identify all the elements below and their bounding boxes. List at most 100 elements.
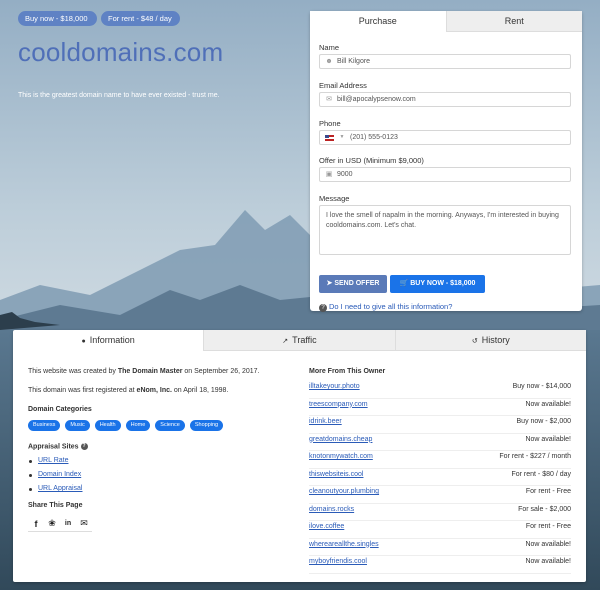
category-tag[interactable]: Music [65,420,90,431]
chart-line-icon: ↗ [282,338,289,345]
owner-domain-link[interactable]: ilove.coffee [309,521,344,538]
list-item: greatdomains.cheap Now available! [309,434,571,451]
domain-tagline: This is the greatest domain name to have… [18,92,220,99]
buy-now-button[interactable]: 🛒 BUY NOW - $18,000 [390,275,485,293]
category-tag[interactable]: Science [155,420,185,431]
registered-suffix: on April 18, 1998. [171,387,229,394]
owner-domain-link[interactable]: idrink.beer [309,416,342,433]
owner-domain-link[interactable]: thiswebsiteis.cool [309,469,363,486]
question-icon: ? [319,304,327,312]
chevron-down-icon[interactable]: ▼ [338,131,346,144]
owner-domain-status: Now available! [525,435,571,443]
send-offer-button[interactable]: ➤ SEND OFFER [319,275,387,293]
question-icon[interactable]: ? [80,443,88,450]
help-link-text: Do I need to give all this information? [329,302,453,311]
category-tag[interactable]: Health [94,420,121,431]
offer-label: Offer in USD (Minimum $9,000) [319,156,424,165]
share-title: Share This Page [28,502,83,510]
owner-domain-link[interactable]: knotonmywatch.com [309,451,373,468]
message-field[interactable]: I love the smell of napalm in the mornin… [319,205,571,255]
owner-domain-status: Buy now - $2,000 [516,418,571,425]
created-prefix: This website was created by [28,368,118,375]
appraisal-link[interactable]: Domain Index [28,471,298,480]
list-item: domains.rocks For sale - $2,000 [309,504,571,521]
buy-now-pill[interactable]: Buy now - $18,000 [18,11,97,26]
owner-domain-link[interactable]: myboyfriendis.cool [309,556,367,573]
info-tabs: ● Information ↗ Traffic ↺ History [13,330,586,351]
user-icon: ☻ [325,58,333,65]
owner-domain-status: Now available! [525,400,571,408]
offer-field[interactable]: ▣ 9000 [319,167,571,182]
cart-icon: 🛒 [399,280,411,287]
appraisal-title-text: Appraisal Sites [28,443,79,451]
tab-history-label: History [481,335,510,345]
facebook-icon[interactable]: f [28,516,44,533]
tab-history[interactable]: ↺ History [394,330,586,351]
category-tag[interactable]: Home [125,420,151,431]
owner-domain-status: For rent - $227 / month [499,453,571,460]
buy-now-label: BUY NOW - $18,000 [410,280,476,287]
name-label: Name [319,43,340,52]
message-label: Message [319,194,350,203]
owner-domain-link[interactable]: illtakeyour.photo [309,381,360,398]
created-by: The Domain Master [117,368,183,375]
email-label: Email Address [319,81,367,90]
phone-value: (201) 555-0123 [350,134,398,141]
money-icon: ▣ [325,171,333,178]
list-item: whereareallthe.singles Now available! [309,539,571,556]
owner-domain-link[interactable]: domains.rocks [309,504,354,521]
form-tabs: Purchase Rent [310,11,582,32]
appraisal-link[interactable]: URL Rate [28,457,298,466]
email-field[interactable]: ✉ bill@apocalypsenow.com [319,92,571,107]
category-list: Business Music Health Home Science Shopp… [28,420,298,431]
owner-domain-status: For rent - Free [525,488,571,495]
phone-label: Phone [319,119,341,128]
offer-value: 9000 [337,171,353,178]
owner-domain-link[interactable]: treescompany.com [309,399,368,416]
tab-information[interactable]: ● Information [13,330,203,351]
owner-domain-link[interactable]: cleanoutyour.plumbing [309,486,379,503]
domain-title: cooldomains.com [18,37,224,67]
email-icon[interactable]: ✉ [76,516,92,533]
list-item: cleanoutyour.plumbing For rent - Free [309,486,571,504]
for-rent-pill[interactable]: For rent - $48 / day [101,11,180,26]
created-info: This website was created by The Domain M… [28,368,298,377]
tab-purchase[interactable]: Purchase [310,11,446,32]
info-panel: ● Information ↗ Traffic ↺ History This webs… [13,330,586,582]
phone-field[interactable]: ▼ (201) 555-0123 [319,130,571,145]
tab-traffic-label: Traffic [292,335,317,345]
name-field[interactable]: ☻ Bill Kilgore [319,54,571,69]
list-item: myboyfriendis.cool Now available! [309,556,571,574]
owner-domains-column: More From This Owner illtakeyour.photo Bu… [309,368,571,574]
list-item: ilove.coffee For rent - Free [309,521,571,539]
message-value: I love the smell of napalm in the mornin… [326,212,559,229]
tab-traffic[interactable]: ↗ Traffic [203,330,395,351]
twitter-icon[interactable]: ❀ [44,516,60,533]
info-left-column: This website was created by The Domain M… [28,368,298,533]
info-help-link[interactable]: ? Do I need to give all this information? [319,302,452,312]
linkedin-icon[interactable]: in [60,516,76,533]
info-icon: ● [81,338,86,345]
owner-domain-status: For sale - $2,000 [518,505,571,513]
category-tag[interactable]: Shopping [189,420,224,431]
registered-info: This domain was first registered at eNom… [28,387,298,396]
us-flag-icon[interactable] [325,134,334,141]
owner-domain-status: For rent - $80 / day [511,470,571,478]
owner-domain-status: Buy now - $14,000 [512,383,571,390]
owner-domain-status: Now available! [525,558,571,565]
appraisal-link[interactable]: URL Appraisal [28,485,298,494]
list-item: thiswebsiteis.cool For rent - $80 / day [309,469,571,486]
owner-domain-link[interactable]: whereareallthe.singles [309,539,379,556]
registrar: eNom, Inc. [136,387,172,394]
owner-domain-status: Now available! [525,540,571,548]
category-tag[interactable]: Business [28,420,61,431]
email-value: bill@apocalypsenow.com [337,96,416,103]
owner-domain-link[interactable]: greatdomains.cheap [309,434,372,451]
list-item: idrink.beer Buy now - $2,000 [309,416,571,434]
owner-domain-status: For rent - Free [525,523,571,530]
categories-title: Domain Categories [28,406,92,413]
name-value: Bill Kilgore [337,58,371,65]
history-icon: ↺ [471,338,478,345]
tab-rent[interactable]: Rent [445,11,582,32]
more-from-owner-title: More From This Owner [309,368,386,375]
